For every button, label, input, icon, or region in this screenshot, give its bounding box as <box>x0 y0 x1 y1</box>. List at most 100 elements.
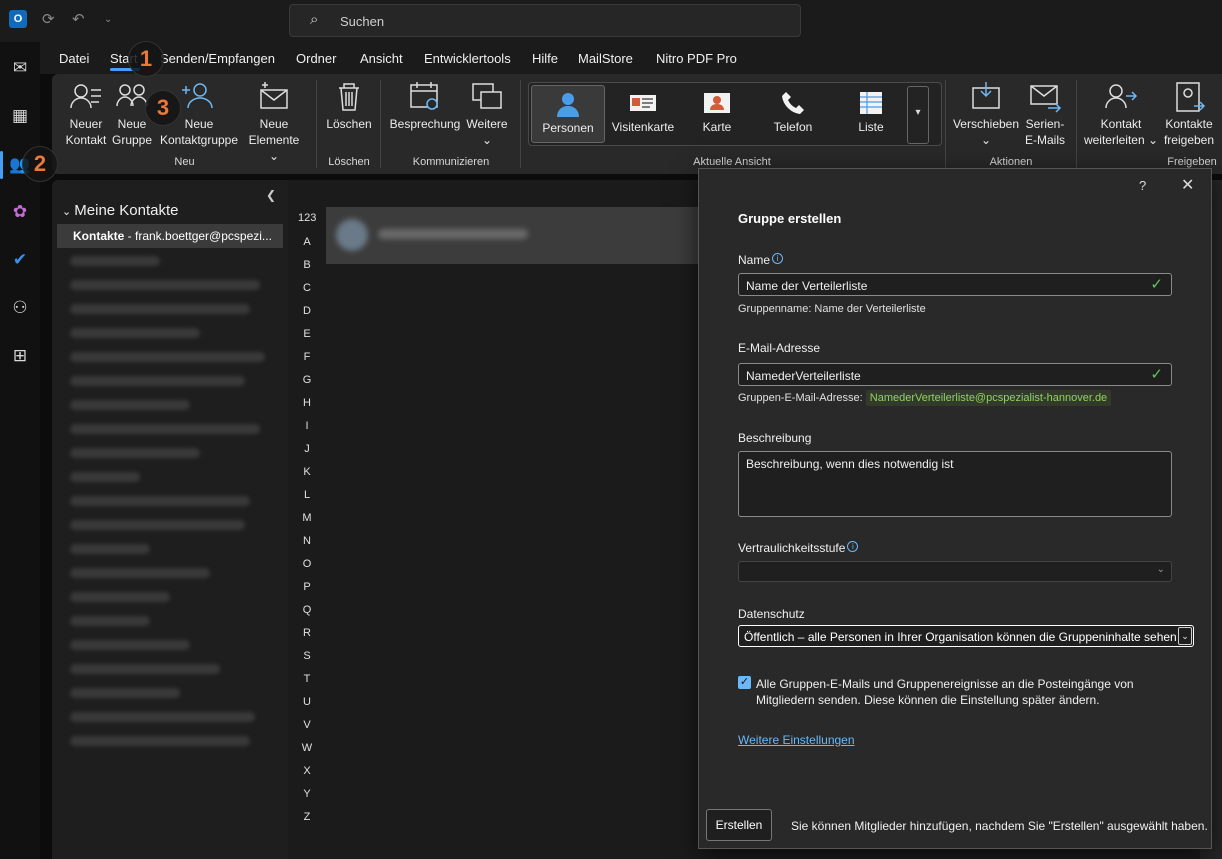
description-field[interactable]: Beschreibung, wenn dies notwendig ist <box>738 451 1172 517</box>
create-button[interactable]: Erstellen <box>706 809 772 841</box>
new-items-button[interactable]: Neue Elemente ⌄ <box>242 80 306 164</box>
blurred-folder[interactable] <box>70 520 245 530</box>
blurred-folder[interactable] <box>70 640 190 650</box>
blurred-folder[interactable] <box>70 376 245 386</box>
alpha-index-item[interactable]: W <box>298 742 316 754</box>
alpha-index-item[interactable]: D <box>298 305 316 317</box>
calendar-icon[interactable]: ▦ <box>8 104 32 128</box>
alpha-index-item[interactable]: P <box>298 581 316 593</box>
help-icon[interactable]: ? <box>1139 178 1146 193</box>
view-phone-button[interactable]: Telefon <box>759 89 827 134</box>
blurred-folder[interactable] <box>70 280 260 290</box>
alpha-index-item[interactable]: I <box>298 420 316 432</box>
blurred-folder[interactable] <box>70 304 250 314</box>
alpha-index-item[interactable]: Z <box>298 811 316 823</box>
org-chart-icon[interactable]: ⚇ <box>8 296 32 320</box>
confidentiality-select[interactable]: ⌄ <box>738 561 1172 582</box>
alpha-index-item[interactable]: 123 <box>298 212 316 224</box>
confidentiality-label: Vertraulichkeitsstufe <box>738 541 846 555</box>
view-card-button[interactable]: Karte <box>683 89 751 134</box>
view-list-button[interactable]: Liste <box>837 89 905 134</box>
alpha-index-item[interactable]: X <box>298 765 316 777</box>
send-copies-checkbox[interactable]: ✓ <box>738 676 751 689</box>
tab-nitro-pdf-pro[interactable]: Nitro PDF Pro <box>656 51 737 66</box>
step-badge: 2 <box>22 146 58 182</box>
blurred-folder[interactable] <box>70 448 200 458</box>
folder-item-contacts[interactable]: Kontakte - frank.boettger@pcspezi... <box>57 224 283 248</box>
alpha-index-item[interactable]: K <box>298 466 316 478</box>
alpha-index-item[interactable]: Q <box>298 604 316 616</box>
my-contacts-header[interactable]: ⌄ Meine Kontakte <box>62 202 179 219</box>
blurred-folder[interactable] <box>70 328 200 338</box>
blurred-folder[interactable] <box>70 424 260 434</box>
blurred-folder[interactable] <box>70 712 255 722</box>
blurred-folder[interactable] <box>70 256 160 266</box>
alpha-index-item[interactable]: G <box>298 374 316 386</box>
mail-merge-button[interactable]: Serien- E-Mails <box>1020 80 1070 148</box>
alpha-index-item[interactable]: V <box>298 719 316 731</box>
collapse-pane-icon[interactable]: ❮ <box>266 188 276 202</box>
blurred-folder[interactable] <box>70 664 220 674</box>
tab-mailstore[interactable]: MailStore <box>578 51 633 66</box>
sync-icon[interactable]: ⟳ <box>42 10 55 28</box>
mail-icon[interactable]: ✉ <box>8 56 32 80</box>
view-business-card-button[interactable]: Visitenkarte <box>609 89 677 134</box>
copilot-icon[interactable]: ✿ <box>8 200 32 224</box>
tab-ansicht[interactable]: Ansicht <box>360 51 403 66</box>
more-button[interactable]: Weitere ⌄ <box>464 80 510 148</box>
alpha-index-item[interactable]: U <box>298 696 316 708</box>
contact-list-item[interactable] <box>326 207 738 264</box>
privacy-select[interactable]: Öffentlich – alle Personen in Ihrer Orga… <box>738 625 1194 647</box>
alpha-index-item[interactable]: O <box>298 558 316 570</box>
view-people-button[interactable]: Personen <box>531 85 605 143</box>
info-icon[interactable]: i <box>772 253 784 264</box>
apps-icon[interactable]: ⊞ <box>8 344 32 368</box>
alpha-index-item[interactable]: R <box>298 627 316 639</box>
alpha-index-item[interactable]: J <box>298 443 316 455</box>
blurred-folder[interactable] <box>70 592 170 602</box>
forward-contact-button[interactable]: Kontakt weiterleiten ⌄ <box>1082 80 1160 148</box>
alpha-index-item[interactable]: S <box>298 650 316 662</box>
search-input[interactable]: ⌕ Suchen <box>289 4 801 37</box>
blurred-folder[interactable] <box>70 496 250 506</box>
alpha-index-item[interactable]: M <box>298 512 316 524</box>
alpha-index-item[interactable]: F <box>298 351 316 363</box>
blurred-folder[interactable] <box>70 616 150 626</box>
more-settings-link[interactable]: Weitere Einstellungen <box>738 733 855 747</box>
alpha-index-item[interactable]: B <box>298 259 316 271</box>
alpha-index-item[interactable]: H <box>298 397 316 409</box>
tab-datei[interactable]: Datei <box>59 51 89 66</box>
quick-access-menu-icon[interactable]: ⌄ <box>104 14 112 25</box>
todo-icon[interactable]: ✔ <box>8 248 32 272</box>
blurred-folder[interactable] <box>70 544 150 554</box>
blurred-folder[interactable] <box>70 736 250 746</box>
alpha-index-item[interactable]: T <box>298 673 316 685</box>
email-field[interactable]: NamederVerteilerliste ✓ <box>738 363 1172 386</box>
tab-senden-empfangen[interactable]: Senden/Empfangen <box>160 51 275 66</box>
blurred-folder[interactable] <box>70 400 190 410</box>
blurred-folder[interactable] <box>70 352 265 362</box>
alpha-index-item[interactable]: E <box>298 328 316 340</box>
name-field[interactable]: Name der Verteilerliste ✓ <box>738 273 1172 296</box>
alpha-index-item[interactable]: A <box>298 236 316 248</box>
delete-button[interactable]: Löschen <box>324 80 374 132</box>
meeting-button[interactable]: Besprechung <box>388 80 462 132</box>
tab-ordner[interactable]: Ordner <box>296 51 336 66</box>
tab-hilfe[interactable]: Hilfe <box>532 51 558 66</box>
undo-icon[interactable]: ↶ <box>72 10 85 28</box>
share-contacts-button[interactable]: Kontakte freigeben <box>1160 80 1218 148</box>
tab-entwicklertools[interactable]: Entwicklertools <box>424 51 511 66</box>
alpha-index-item[interactable]: L <box>298 489 316 501</box>
alpha-index-item[interactable]: N <box>298 535 316 547</box>
new-contact-button[interactable]: Neuer Kontakt <box>64 80 108 148</box>
close-icon[interactable]: ✕ <box>1181 175 1194 195</box>
info-icon[interactable]: i <box>847 541 859 552</box>
gallery-more-button[interactable]: ▾ <box>907 86 929 144</box>
group-label-freigeben: Freigeben <box>1167 156 1217 168</box>
move-button[interactable]: Verschieben ⌄ <box>952 80 1020 148</box>
blurred-folder[interactable] <box>70 568 210 578</box>
blurred-folder[interactable] <box>70 472 140 482</box>
alpha-index-item[interactable]: C <box>298 282 316 294</box>
blurred-folder[interactable] <box>70 688 180 698</box>
alpha-index-item[interactable]: Y <box>298 788 316 800</box>
